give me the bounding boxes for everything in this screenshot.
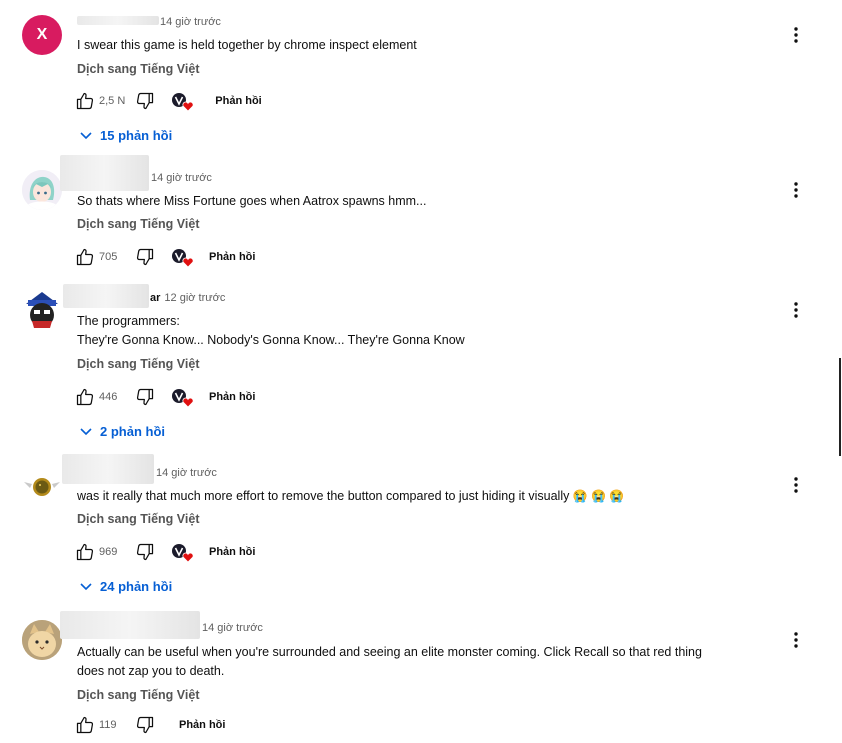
comment-actions: 2,5 N Phản hồi: [75, 90, 262, 112]
like-count: 969: [99, 546, 118, 558]
thumbs-up-icon: [76, 388, 94, 406]
thumbs-up-icon: [76, 92, 94, 110]
comment-actions: 705 Phản hồi: [75, 246, 255, 268]
avatar[interactable]: [22, 290, 62, 330]
three-dots-vertical-icon: [794, 182, 798, 198]
thumbs-down-icon: [137, 92, 154, 110]
redacted-author-name: [77, 16, 159, 25]
character-avatar-image: [22, 290, 62, 330]
scrollbar-thumb[interactable]: [839, 358, 841, 456]
dislike-button[interactable]: [135, 715, 155, 735]
like-button[interactable]: 446: [75, 387, 125, 407]
redacted-author-name: [60, 155, 149, 191]
creator-heart-badge: [171, 387, 194, 408]
avatar[interactable]: [22, 466, 62, 506]
comment-text-line: The programmers:: [77, 314, 180, 328]
reply-button[interactable]: Phản hồi: [215, 95, 261, 107]
translate-link[interactable]: Dịch sang Tiếng Việt: [77, 688, 200, 702]
translate-link[interactable]: Dịch sang Tiếng Việt: [77, 217, 200, 231]
comment-timestamp[interactable]: 14 giờ trước: [202, 622, 263, 634]
avatar[interactable]: [22, 620, 62, 660]
comment-timestamp[interactable]: 14 giờ trước: [160, 16, 221, 28]
three-dots-vertical-icon: [794, 477, 798, 493]
like-button[interactable]: 119: [75, 715, 125, 735]
more-actions-button[interactable]: [786, 630, 806, 650]
translate-link[interactable]: Dịch sang Tiếng Việt: [77, 62, 200, 76]
view-replies-button[interactable]: 24 phản hồi: [80, 579, 172, 594]
three-dots-vertical-icon: [794, 632, 798, 648]
reply-button[interactable]: Phản hồi: [209, 391, 255, 403]
redacted-author-name: [63, 284, 149, 308]
comment-text: was it really that much more effort to r…: [77, 489, 625, 503]
like-button[interactable]: 705: [75, 247, 125, 267]
avatar[interactable]: X: [22, 15, 62, 55]
thumbs-down-icon: [136, 716, 154, 734]
author-name-fragment[interactable]: ar: [150, 292, 160, 304]
heart-icon: [182, 257, 194, 268]
three-dots-vertical-icon: [794, 27, 798, 43]
dislike-button[interactable]: [135, 387, 155, 407]
like-button[interactable]: 969: [75, 542, 125, 562]
crying-emoji-group: 😭 😭 😭: [572, 489, 625, 503]
reply-button[interactable]: Phản hồi: [209, 251, 255, 263]
reply-button[interactable]: Phản hồi: [179, 719, 225, 731]
creator-heart-badge: [171, 542, 194, 563]
thumbs-up-icon: [76, 543, 94, 561]
translate-link[interactable]: Dịch sang Tiếng Việt: [77, 357, 200, 371]
three-dots-vertical-icon: [794, 302, 798, 318]
translate-link[interactable]: Dịch sang Tiếng Việt: [77, 512, 200, 526]
more-actions-button[interactable]: [786, 180, 806, 200]
heart-icon: [182, 397, 194, 408]
comment-timestamp[interactable]: 14 giờ trước: [151, 172, 212, 184]
thumbs-down-icon: [136, 248, 154, 266]
more-actions-button[interactable]: [786, 300, 806, 320]
comment-text: So thats where Miss Fortune goes when Aa…: [77, 194, 427, 208]
dislike-button[interactable]: [135, 542, 155, 562]
winged-coin-avatar-image: [22, 466, 62, 506]
thumbs-down-icon: [136, 388, 154, 406]
replies-count: 24 phản hồi: [100, 579, 173, 594]
replies-count: 15 phản hồi: [100, 128, 173, 143]
thumbs-up-icon: [76, 716, 94, 734]
reply-button[interactable]: Phản hồi: [209, 546, 255, 558]
avatar[interactable]: [22, 170, 62, 210]
replies-count: 2 phản hồi: [100, 424, 165, 439]
comment-text-line: Actually can be useful when you're surro…: [77, 645, 702, 659]
cat-avatar-image: [22, 620, 62, 660]
comment-text-line: does not zap you to death.: [77, 664, 225, 678]
heart-icon: [182, 101, 194, 112]
thumbs-down-icon: [136, 543, 154, 561]
like-count: 2,5 N: [99, 95, 126, 107]
like-count: 119: [99, 719, 117, 731]
comment-actions: 446 Phản hồi: [75, 386, 255, 408]
comment-actions: 119 Phản hồi: [75, 714, 225, 736]
more-actions-button[interactable]: [786, 25, 806, 45]
comment-text-line: They're Gonna Know... Nobody's Gonna Kno…: [77, 333, 465, 347]
anime-avatar-image: [22, 170, 62, 210]
dislike-button[interactable]: [135, 247, 155, 267]
dislike-button[interactable]: [135, 91, 155, 111]
comment-timestamp[interactable]: 14 giờ trước: [156, 467, 217, 479]
comment-actions: 969 Phản hồi: [75, 541, 255, 563]
comment-text: The programmers: They're Gonna Know... N…: [77, 312, 777, 350]
view-replies-button[interactable]: 15 phản hồi: [80, 128, 172, 143]
creator-heart-badge: [171, 91, 194, 112]
comment-text: I swear this game is held together by ch…: [77, 38, 417, 52]
like-count: 705: [99, 251, 118, 263]
view-replies-button[interactable]: 2 phản hồi: [80, 424, 165, 439]
comment-timestamp[interactable]: ar 12 giờ trước: [150, 292, 225, 304]
comment-text: Actually can be useful when you're surro…: [77, 643, 777, 681]
chevron-down-icon: [80, 131, 92, 139]
chevron-down-icon: [80, 582, 92, 590]
thumbs-up-icon: [76, 248, 94, 266]
like-count: 446: [99, 391, 118, 403]
creator-heart-badge: [171, 247, 194, 268]
chevron-down-icon: [80, 427, 92, 435]
like-button[interactable]: 2,5 N: [75, 91, 125, 111]
more-actions-button[interactable]: [786, 475, 806, 495]
heart-icon: [182, 552, 194, 563]
redacted-author-name: [62, 454, 154, 484]
redacted-author-name: [60, 611, 200, 639]
